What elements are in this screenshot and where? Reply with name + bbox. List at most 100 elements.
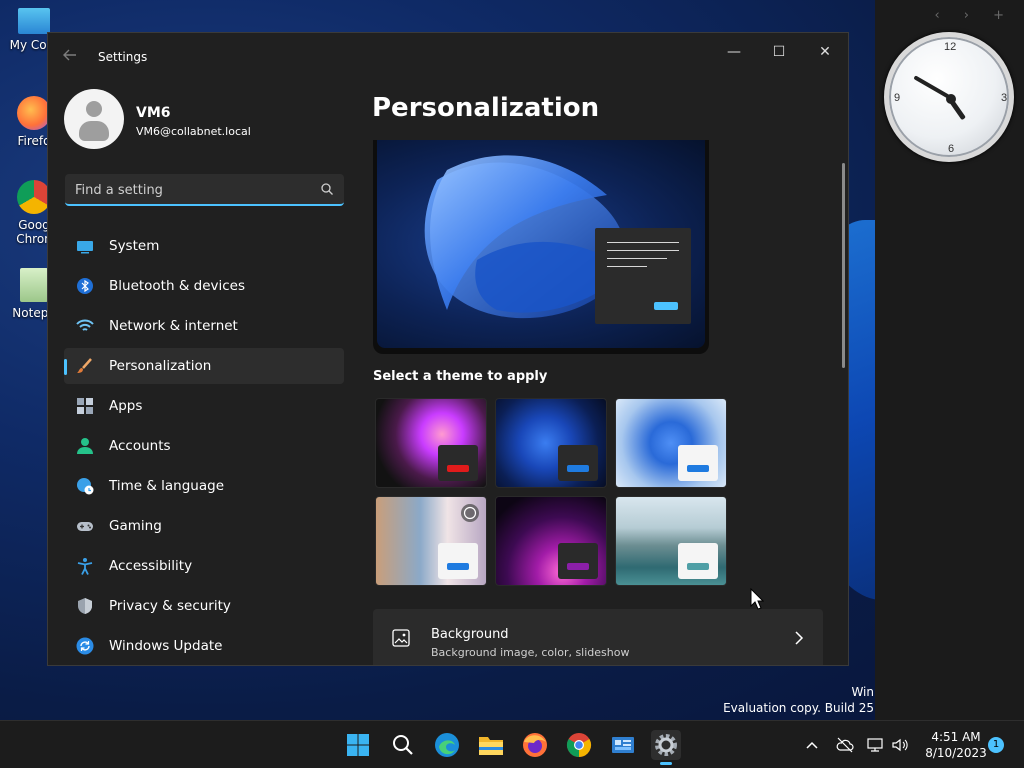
clock-hour-hand <box>913 75 950 99</box>
nav-label: Accounts <box>109 438 171 454</box>
background-row-title: Background <box>431 627 509 642</box>
gamepad-icon <box>77 522 93 531</box>
nav-item-system[interactable]: System <box>64 228 344 264</box>
taskbar-settings[interactable] <box>651 730 681 765</box>
nav-item-accessibility[interactable]: Accessibility <box>64 548 344 584</box>
preview-wallpaper <box>377 140 705 348</box>
nav-item-windows-update[interactable]: Windows Update <box>64 628 344 664</box>
nav-label: Accessibility <box>109 558 193 574</box>
taskbar-edge[interactable] <box>432 730 462 760</box>
theme-preview <box>373 140 709 354</box>
nav-item-bluetooth[interactable]: Bluetooth & devices <box>64 268 344 304</box>
globe-clock-icon <box>77 478 94 495</box>
nav-label: Bluetooth & devices <box>109 278 246 294</box>
accent-bar <box>567 563 589 570</box>
nav-item-personalization[interactable]: Personalization <box>64 348 344 384</box>
minimize-button[interactable]: — <box>719 41 749 63</box>
slideshow-icon <box>461 504 479 522</box>
nav-item-accounts[interactable]: Accounts <box>64 428 344 464</box>
accent-bar <box>567 465 589 472</box>
theme-tile-flow[interactable] <box>495 496 607 586</box>
windows-logo-icon <box>347 734 369 756</box>
taskbar-date: 8/10/2023 <box>925 746 987 760</box>
settings-window: Settings — ☐ ✕ VM6 VM6@collabnet.local S… <box>47 32 849 666</box>
clock-numeral: 6 <box>948 143 955 155</box>
nav-label: Privacy & security <box>109 598 231 614</box>
paintbrush-icon <box>77 358 92 373</box>
nav-item-privacy[interactable]: Privacy & security <box>64 588 344 624</box>
theme-tile-captured-motion[interactable] <box>375 496 487 586</box>
clock-numeral: 9 <box>894 92 901 104</box>
title-bar[interactable]: Settings — ☐ ✕ <box>48 33 848 79</box>
person-icon <box>77 438 93 454</box>
clock-center <box>946 94 956 104</box>
profile-name: VM6 <box>136 105 171 121</box>
theme-preview-chip <box>678 445 718 481</box>
preview-window <box>595 228 691 324</box>
gear-icon <box>655 734 677 756</box>
firefox-icon <box>17 96 51 130</box>
taskbar-time: 4:51 AM <box>931 730 981 744</box>
search-box[interactable] <box>65 174 344 206</box>
taskbar-chrome[interactable] <box>564 730 594 760</box>
chrome-icon <box>566 733 592 757</box>
wifi-icon <box>76 319 94 331</box>
search-icon[interactable] <box>320 182 334 196</box>
watermark-line-1: Win <box>851 685 874 699</box>
search-icon <box>393 735 413 755</box>
theme-tile-light-bloom[interactable] <box>615 398 727 488</box>
nav-label: Network & internet <box>109 318 238 334</box>
image-icon <box>392 629 410 647</box>
profile-email: VM6@collabnet.local <box>136 125 251 138</box>
mouse-cursor-icon <box>750 588 764 610</box>
monitor-icon <box>18 8 50 34</box>
chevron-right-icon <box>795 631 804 645</box>
nav-item-gaming[interactable]: Gaming <box>64 508 344 544</box>
settings-nav: System Bluetooth & devices Network & int… <box>64 228 344 665</box>
theme-tile-glow[interactable] <box>375 398 487 488</box>
nav-item-time-language[interactable]: Time & language <box>64 468 344 504</box>
shield-icon <box>78 598 92 614</box>
arrow-left-icon <box>63 49 76 61</box>
nav-label: Gaming <box>109 518 162 534</box>
cloud-offline-icon[interactable] <box>836 736 854 754</box>
notification-badge[interactable]: 1 <box>988 737 1004 753</box>
preview-line <box>607 258 667 259</box>
nav-item-network[interactable]: Network & internet <box>64 308 344 344</box>
search-input[interactable] <box>75 180 305 200</box>
start-button[interactable] <box>343 730 373 760</box>
user-profile[interactable]: VM6 VM6@collabnet.local <box>64 89 354 153</box>
apps-grid-icon <box>77 398 93 414</box>
theme-tile-sunrise[interactable] <box>615 496 727 586</box>
background-setting-row[interactable]: Background Background image, color, slid… <box>373 609 823 665</box>
preview-line <box>607 242 679 243</box>
network-wired-icon[interactable] <box>866 736 884 754</box>
nav-item-apps[interactable]: Apps <box>64 388 344 424</box>
nav-label: Windows Update <box>109 638 223 654</box>
background-row-subtitle: Background image, color, slideshow <box>431 646 630 659</box>
window-title: Settings <box>98 50 148 64</box>
themes-section-label: Select a theme to apply <box>373 369 548 384</box>
maximize-button[interactable]: ☐ <box>764 41 794 63</box>
taskbar-firefox[interactable] <box>520 730 550 760</box>
close-button[interactable]: ✕ <box>810 41 840 63</box>
volume-icon[interactable] <box>891 736 909 754</box>
sidebar-nav[interactable]: ‹ › + <box>934 8 1014 23</box>
taskbar-search-button[interactable] <box>388 730 418 760</box>
firefox-icon <box>523 733 547 757</box>
preview-line <box>607 250 679 251</box>
main-scrollbar[interactable] <box>842 163 845 368</box>
desktop-icon-label: Goog <box>18 218 50 232</box>
back-button[interactable] <box>62 47 82 67</box>
edge-icon <box>435 733 459 757</box>
chevron-up-icon[interactable] <box>805 738 819 752</box>
theme-preview-chip <box>438 445 478 481</box>
theme-preview-chip <box>438 543 478 579</box>
bluetooth-icon <box>77 278 93 294</box>
monitor-icon <box>77 241 93 254</box>
theme-tile-dark-bloom[interactable] <box>495 398 607 488</box>
taskbar-clock[interactable]: 4:51 AM 8/10/2023 <box>916 729 996 761</box>
taskbar-file-explorer[interactable] <box>476 730 506 760</box>
taskbar-control-panel[interactable] <box>608 730 638 760</box>
accent-bar <box>687 465 709 472</box>
